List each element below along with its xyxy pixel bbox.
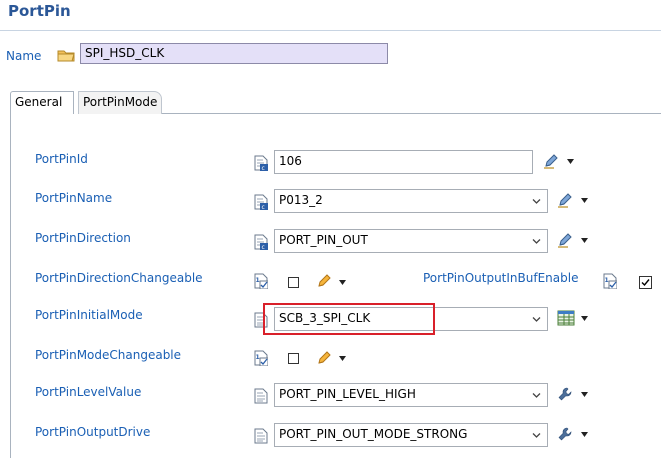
dropdown-arrow-icon[interactable] <box>581 316 588 321</box>
port-pin-level-value-value: PORT_PIN_LEVEL_HIGH <box>279 387 416 401</box>
port-pin-mode-changeable-label: PortPinModeChangeable <box>35 348 182 362</box>
port-pin-mode-changeable-checkbox[interactable] <box>288 353 299 364</box>
port-pin-level-value-combo[interactable]: PORT_PIN_LEVEL_HIGH <box>274 383 548 407</box>
port-pin-direction-value: PORT_PIN_OUT <box>279 233 368 247</box>
boolean-document-icon <box>603 273 617 289</box>
name-field[interactable]: SPI_HSD_CLK <box>80 43 388 64</box>
chevron-down-icon[interactable] <box>532 391 541 400</box>
pencil-icon[interactable] <box>557 192 573 208</box>
port-pin-output-drive-label: PortPinOutputDrive <box>35 425 151 439</box>
chevron-down-icon[interactable] <box>532 197 541 206</box>
document-c-icon <box>254 194 268 210</box>
port-pin-direction-changeable-checkbox[interactable] <box>288 277 299 288</box>
port-pin-output-drive-combo[interactable]: PORT_PIN_OUT_MODE_STRONG <box>274 423 548 447</box>
document-icon <box>254 428 268 444</box>
tab-portpinmode[interactable]: PortPinMode <box>78 91 162 114</box>
chevron-down-icon[interactable] <box>532 237 541 246</box>
pencil-icon[interactable] <box>316 350 332 366</box>
pencil-icon[interactable] <box>557 232 573 248</box>
dropdown-arrow-icon[interactable] <box>581 198 588 203</box>
document-c-icon <box>254 234 268 250</box>
header-divider <box>0 30 661 31</box>
boolean-document-icon <box>254 273 268 289</box>
page-title: PortPin <box>8 2 71 20</box>
port-pin-name-label: PortPinName <box>35 191 113 205</box>
dropdown-arrow-icon[interactable] <box>339 356 346 361</box>
tab-strip-line <box>162 113 661 114</box>
port-pin-id-input[interactable]: 106 <box>274 150 533 174</box>
port-pin-output-in-buf-enable-label: PortPinOutputInBufEnable <box>423 271 579 285</box>
panel-border <box>10 113 11 458</box>
port-pin-initial-mode-label: PortPinInitialMode <box>35 308 143 322</box>
document-icon <box>254 388 268 404</box>
boolean-document-icon <box>254 350 268 366</box>
port-pin-name-value: P013_2 <box>279 193 323 207</box>
pencil-icon[interactable] <box>543 153 559 169</box>
port-pin-name-combo[interactable]: P013_2 <box>274 189 548 213</box>
chevron-down-icon[interactable] <box>532 431 541 440</box>
document-c-icon <box>254 155 268 171</box>
checkmark-icon <box>641 279 650 287</box>
name-label: Name <box>6 49 42 63</box>
port-pin-direction-label: PortPinDirection <box>35 231 131 245</box>
chevron-down-icon[interactable] <box>532 315 541 324</box>
port-pin-direction-changeable-label: PortPinDirectionChangeable <box>35 271 203 285</box>
port-pin-level-value-label: PortPinLevelValue <box>35 385 142 399</box>
wrench-icon[interactable] <box>557 386 573 402</box>
port-pin-id-label: PortPinId <box>35 152 88 166</box>
table-icon[interactable] <box>557 310 575 326</box>
tab-general[interactable]: General <box>10 91 74 114</box>
dropdown-arrow-icon[interactable] <box>581 432 588 437</box>
port-pin-direction-combo[interactable]: PORT_PIN_OUT <box>274 229 548 253</box>
dropdown-arrow-icon[interactable] <box>567 159 574 164</box>
port-pin-output-in-buf-enable-checkbox[interactable] <box>639 276 652 289</box>
dropdown-arrow-icon[interactable] <box>581 392 588 397</box>
pencil-icon[interactable] <box>316 273 332 289</box>
wrench-icon[interactable] <box>557 426 573 442</box>
highlight-box <box>263 303 435 335</box>
dropdown-arrow-icon[interactable] <box>339 280 346 285</box>
port-pin-output-drive-value: PORT_PIN_OUT_MODE_STRONG <box>279 427 468 441</box>
dropdown-arrow-icon[interactable] <box>581 238 588 243</box>
folder-icon[interactable] <box>57 47 75 63</box>
